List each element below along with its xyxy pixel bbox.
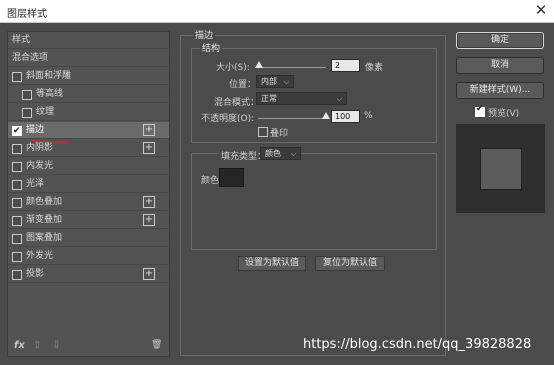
style-checkbox[interactable] [12, 180, 22, 190]
opacity-input[interactable]: 100 [331, 110, 360, 123]
style-list-item-label: 等高线 [36, 89, 64, 99]
color-swatch[interactable] [219, 168, 244, 187]
add-icon[interactable]: + [143, 214, 155, 226]
watermark-text: https://blog.csdn.net/qq_39828828 [303, 337, 532, 352]
style-checkbox[interactable] [12, 198, 22, 208]
style-list-item[interactable]: 混合选项 [8, 50, 169, 67]
style-list-item-label: 外发光 [26, 251, 54, 261]
trash-icon[interactable]: 🗑 [151, 340, 162, 350]
add-icon[interactable]: + [143, 124, 155, 136]
size-slider-thumb[interactable] [255, 61, 264, 68]
blend-mode-select[interactable]: 正常 ⌵ [256, 92, 347, 105]
style-list-item-label: 内阴影 [26, 143, 54, 153]
position-value: 内部 [261, 77, 277, 86]
style-list-item[interactable]: 图案叠加 [8, 230, 169, 247]
chevron-down-icon: ⌵ [336, 95, 342, 103]
style-list-item[interactable]: 内阴影 + [8, 140, 169, 157]
overprint-checkbox-box[interactable] [258, 127, 268, 137]
fx-icon[interactable]: fx [14, 340, 25, 351]
preview-checkbox-box[interactable] [475, 104, 485, 117]
move-up-icon[interactable]: ⇧ [33, 340, 41, 351]
style-list-item-label: 光泽 [26, 179, 45, 189]
style-checkbox[interactable] [12, 270, 22, 280]
structure-group-title: 结构 [200, 41, 223, 54]
position-label: 位置： [229, 80, 257, 90]
opacity-slider[interactable] [258, 118, 326, 119]
close-icon[interactable]: ✕ [532, 1, 550, 19]
style-list-item-label: 纹理 [36, 107, 55, 117]
style-list-item[interactable]: 描边 + [8, 122, 169, 140]
ok-button[interactable]: 确定 [456, 32, 544, 49]
size-input[interactable]: 2 [331, 59, 360, 72]
style-list-item-label: 投影 [26, 269, 45, 279]
style-checkbox[interactable] [12, 72, 22, 82]
style-checkbox[interactable] [12, 216, 22, 226]
fill-type-value: 颜色 [265, 149, 281, 158]
cancel-button[interactable]: 取消 [456, 57, 544, 74]
add-icon[interactable]: + [143, 142, 155, 154]
new-style-button[interactable]: 新建样式(W)... [456, 82, 544, 99]
window-title: 图层样式 [7, 9, 47, 20]
reset-default-button[interactable]: 复位为默认值 [315, 256, 385, 271]
chevron-down-icon: ⌵ [290, 150, 296, 158]
style-list-item[interactable]: 颜色叠加 + [8, 194, 169, 211]
preview-checkbox[interactable]: 预览(V) [475, 104, 545, 119]
style-list-item-label: 内发光 [26, 161, 54, 171]
style-checkbox[interactable] [12, 234, 22, 244]
style-list-item[interactable]: 等高线 [8, 86, 169, 103]
style-list-item[interactable]: 外发光 [8, 248, 169, 265]
style-list-item-label: 样式 [12, 35, 31, 45]
style-checkbox[interactable] [12, 162, 22, 172]
style-list-item[interactable]: 投影 + [8, 266, 169, 283]
position-select[interactable]: 内部 ⌵ [256, 75, 294, 88]
opacity-label: 不透明度(O): [201, 114, 255, 124]
style-checkbox[interactable] [12, 252, 22, 262]
stroke-group-title: 描边 [193, 28, 216, 41]
fill-type-select[interactable]: 颜色 ⌵ [260, 147, 301, 160]
style-list-item-label: 混合选项 [12, 53, 49, 63]
style-list-item-label: 斜面和浮雕 [26, 71, 72, 81]
style-list-item[interactable]: 纹理 [8, 104, 169, 121]
style-list-item-label: 图案叠加 [26, 233, 63, 243]
opacity-slider-thumb[interactable] [322, 112, 330, 119]
style-list-item[interactable]: 样式 [8, 32, 169, 49]
size-label: 大小(S): [216, 63, 250, 73]
style-checkbox[interactable] [22, 90, 32, 100]
preview-label: 预览(V) [488, 109, 520, 119]
chevron-down-icon: ⌵ [283, 78, 289, 86]
style-list-item[interactable]: 斜面和浮雕 [8, 68, 169, 85]
size-unit: 像素 [365, 63, 384, 73]
style-list-item[interactable]: 内发光 [8, 158, 169, 175]
style-list-item[interactable]: 渐变叠加 + [8, 212, 169, 229]
size-slider[interactable] [258, 67, 326, 68]
style-list-item[interactable]: 光泽 [8, 176, 169, 193]
style-checkbox[interactable] [12, 144, 22, 154]
preview-shape [480, 148, 522, 190]
style-checkbox[interactable] [22, 108, 32, 118]
overprint-label: 叠印 [270, 129, 289, 139]
style-list-footer: fx ⇧ ⇩ 🗑 [8, 340, 169, 356]
set-default-button[interactable]: 设置为默认值 [238, 256, 306, 271]
style-list-item-label: 颜色叠加 [26, 197, 63, 207]
overprint-checkbox[interactable]: 叠印 [258, 126, 318, 139]
style-list-panel: 样式混合选项斜面和浮雕等高线纹理描边 + 内阴影 + 内发光光泽颜色叠加 + 渐变叠加 + 图案… [7, 31, 170, 357]
opacity-unit: % [364, 111, 373, 121]
add-icon[interactable]: + [143, 196, 155, 208]
add-icon[interactable]: + [143, 268, 155, 280]
style-checkbox[interactable] [12, 123, 22, 140]
blend-mode-label: 混合模式： [214, 98, 260, 108]
style-list-item-label: 描边 [26, 125, 45, 135]
move-down-icon[interactable]: ⇩ [52, 340, 60, 351]
title-bar: 图层样式 ✕ [0, 0, 554, 23]
blend-mode-value: 正常 [261, 94, 277, 103]
style-list-item-label: 渐变叠加 [26, 215, 63, 225]
